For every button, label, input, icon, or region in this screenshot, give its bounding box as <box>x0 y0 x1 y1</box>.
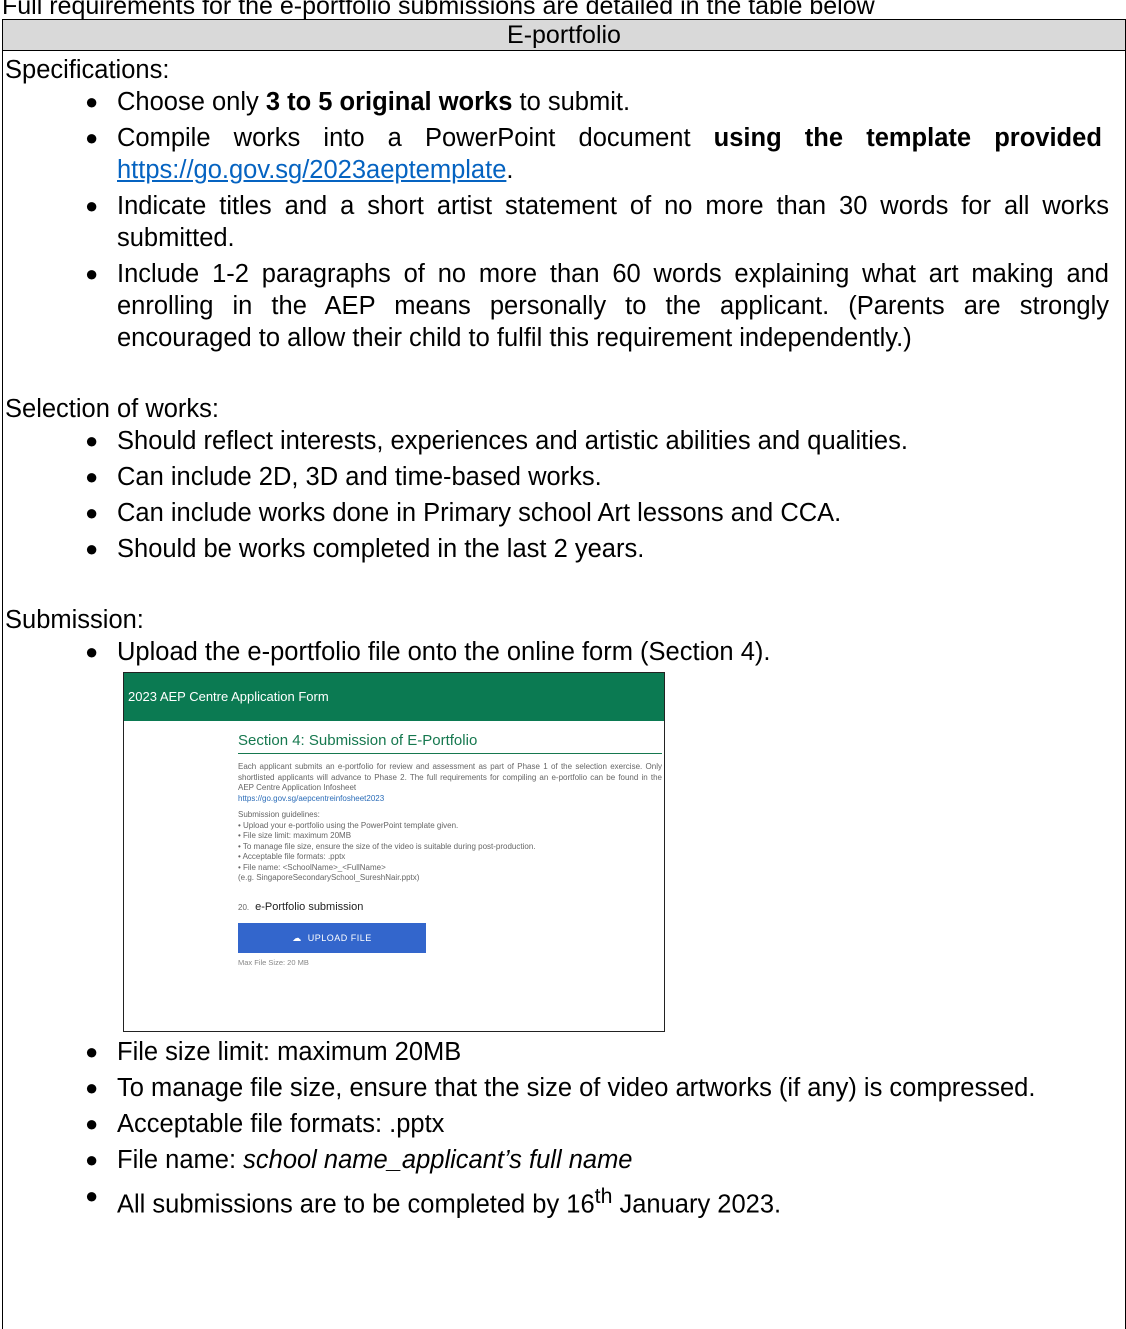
bullet-icon: ● <box>85 261 99 286</box>
submission-details-list: ● File size limit: maximum 20MB ● To manag… <box>3 1036 1125 1221</box>
guideline-line: • Upload your e-portfolio using the Powe… <box>238 820 459 830</box>
list-item: ● Indicate titles and a short artist stat… <box>85 192 1109 252</box>
table-body: Specifications: ● Choose only 3 to 5 orig… <box>3 54 1125 1221</box>
bullet-icon: ● <box>85 500 99 525</box>
list-item: ● Upload the e-portfolio file onto the on… <box>85 638 771 666</box>
list-item: ● All submissions are to be completed by … <box>3 1180 1125 1221</box>
question-label: 20. e-Portfolio submission <box>238 900 364 913</box>
intro-text: Full requirements for the e-portfolio su… <box>2 0 875 20</box>
list-item: ● Can include works done in Primary schoo… <box>85 499 842 527</box>
infosheet-link[interactable]: https://go.gov.sg/aepcentreinfosheet2023 <box>238 794 384 803</box>
list-item: ● Compile works into a PowerPoint documen… <box>85 124 1102 184</box>
template-link[interactable]: https://go.gov.sg/2023aeptemplate <box>117 156 506 184</box>
bullet-icon: ● <box>85 536 99 561</box>
form-description: Each applicant submits an e-portfolio fo… <box>238 762 662 803</box>
bullet-icon: ● <box>85 639 99 664</box>
list-item: ● To manage file size, ensure that the si… <box>85 1074 1036 1102</box>
selection-list: ● Should reflect interests, experiences a… <box>3 425 1125 565</box>
guideline-line: • Acceptable file formats: .pptx <box>238 852 346 861</box>
submission-heading: Submission: <box>5 606 144 634</box>
bullet-icon: ● <box>85 1039 99 1064</box>
specifications-list: ● Choose only 3 to 5 original works to su… <box>3 86 1125 354</box>
upload-file-button[interactable]: ☁ UPLOAD FILE <box>238 922 426 953</box>
list-item: ● Should reflect interests, experiences a… <box>85 427 908 455</box>
guideline-line: • File size limit: maximum 20MB <box>238 831 352 840</box>
guideline-line: • File name: <SchoolName>_<FullName> <box>238 862 386 872</box>
submission-list: ● Upload the e-portfolio file onto the on… <box>3 636 1125 668</box>
bullet-icon: ● <box>85 89 99 114</box>
specifications-heading: Specifications: <box>5 56 170 84</box>
form-section-title: Section 4: Submission of E-Portfolio <box>238 731 662 754</box>
form-screenshot: 2023 AEP Centre Application Form Section… <box>123 672 665 1032</box>
bullet-icon: ● <box>85 1183 99 1208</box>
list-item: ● File name: school name_applicant’s full… <box>85 1146 633 1174</box>
list-item: ● Acceptable file formats: .pptx <box>85 1110 445 1138</box>
bullet-icon: ● <box>85 125 99 150</box>
eportfolio-table: E-portfolio Specifications: ● Choose only… <box>2 19 1126 1329</box>
selection-heading: Selection of works: <box>5 395 220 423</box>
bullet-icon: ● <box>85 1075 99 1100</box>
bullet-icon: ● <box>85 193 99 218</box>
guideline-line: (e.g. SingaporeSecondarySchool_SureshNai… <box>238 873 420 882</box>
bullet-icon: ● <box>85 1111 99 1136</box>
list-item: ● Choose only 3 to 5 original works to su… <box>85 88 631 116</box>
bullet-icon: ● <box>85 464 99 489</box>
guideline-line: • To manage file size, ensure the size o… <box>238 841 536 851</box>
max-file-size: Max File Size: 20 MB <box>238 957 309 967</box>
bullet-icon: ● <box>85 428 99 453</box>
guidelines-heading: Submission guidelines: <box>238 810 320 819</box>
cloud-upload-icon: ☁ <box>292 932 302 943</box>
list-item: ● File size limit: maximum 20MB <box>85 1038 462 1066</box>
form-content: Section 4: Submission of E-Portfolio Eac… <box>238 731 662 968</box>
form-title-bar: 2023 AEP Centre Application Form <box>124 673 664 721</box>
bullet-icon: ● <box>85 1147 99 1172</box>
list-item: ● Can include 2D, 3D and time-based works… <box>85 463 602 491</box>
list-item: ● Include 1-2 paragraphs of no more than … <box>85 260 1109 352</box>
list-item: ● Should be works completed in the last 2… <box>85 535 645 563</box>
table-header: E-portfolio <box>3 20 1125 51</box>
